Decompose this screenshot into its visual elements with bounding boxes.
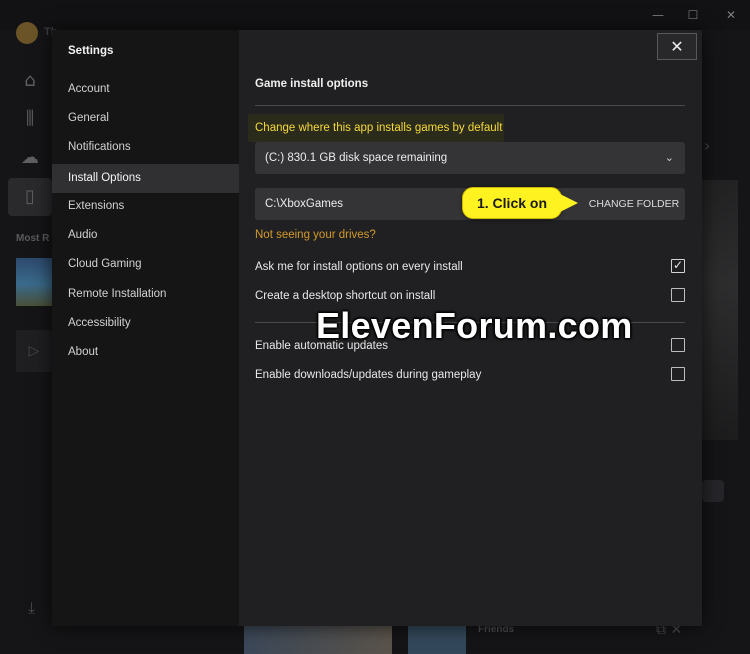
option-label: Ask me for install options on every inst… (255, 261, 463, 273)
nav-item-notifications[interactable]: Notifications (52, 133, 239, 162)
recent-game-thumbnail[interactable] (16, 258, 52, 306)
option-row-downloads-during-gameplay: Enable downloads/updates during gameplay (255, 367, 685, 387)
automatic-updates-checkbox[interactable] (671, 338, 685, 352)
nav-item-account[interactable]: Account (52, 75, 239, 104)
nav-item-audio[interactable]: Audio (52, 221, 239, 250)
drive-select-value: (C:) 830.1 GB disk space remaining (265, 152, 448, 164)
close-icon: ✕ (670, 37, 684, 56)
library-icon[interactable]: ⫼ (16, 105, 44, 133)
play-icon[interactable]: ▷ (16, 330, 52, 372)
nav-item-about[interactable]: About (52, 338, 239, 367)
avatar[interactable] (16, 22, 38, 44)
divider (255, 105, 685, 106)
downloads-during-gameplay-checkbox[interactable] (671, 367, 685, 381)
ask-install-options-checkbox[interactable]: ✓ (671, 258, 685, 273)
background-game-tile (244, 626, 392, 654)
drive-select[interactable]: (C:) 830.1 GB disk space remaining ⌄ (255, 142, 685, 174)
callout-arrow-icon (560, 194, 578, 212)
most-recent-label: Most R (16, 233, 50, 244)
drives-help-link[interactable]: Not seeing your drives? (255, 229, 376, 241)
nav-item-general[interactable]: General (52, 104, 239, 133)
option-label: Enable downloads/updates during gameplay (255, 369, 482, 381)
chevron-right-icon[interactable]: › (704, 136, 710, 155)
nav-item-extensions[interactable]: Extensions (52, 192, 239, 221)
maximize-icon[interactable]: ☐ (683, 6, 703, 24)
settings-sidebar: Settings Account General Notifications I… (52, 30, 239, 626)
desktop-shortcut-checkbox[interactable] (671, 288, 685, 302)
background-game-tile (408, 626, 466, 654)
chevron-down-icon: ⌄ (664, 151, 674, 164)
checkmark-icon: ✓ (673, 258, 684, 272)
close-button[interactable]: ✕ (657, 33, 697, 60)
nav-item-remote-installation[interactable]: Remote Installation (52, 280, 239, 309)
folder-path: C:\XboxGames (265, 198, 343, 210)
title-bar: — ☐ ✕ (0, 0, 750, 30)
option-label: Create a desktop shortcut on install (255, 290, 436, 302)
watermark: ElevenForum.com (316, 305, 633, 346)
nav-item-accessibility[interactable]: Accessibility (52, 309, 239, 338)
nav-item-cloud-gaming[interactable]: Cloud Gaming (52, 250, 239, 279)
download-icon[interactable]: ⤓ (28, 598, 35, 618)
section-heading: Game install options (255, 78, 369, 90)
home-icon[interactable]: ⌂ (16, 67, 44, 95)
close-window-icon[interactable]: ✕ (721, 6, 741, 24)
change-folder-button[interactable]: CHANGE FOLDER (583, 188, 685, 220)
nav-item-install-options[interactable]: Install Options (52, 164, 239, 193)
background-pill (702, 480, 724, 502)
install-location-subheading: Change where this app installs games by … (255, 122, 503, 134)
minimize-icon[interactable]: — (648, 6, 668, 24)
cloud-icon[interactable]: ☁ (16, 144, 44, 172)
settings-title: Settings (68, 45, 114, 57)
store-icon[interactable]: ▯ (16, 183, 44, 211)
annotation-callout: 1. Click on (462, 187, 562, 219)
option-row-ask-install-options: Ask me for install options on every inst… (255, 258, 685, 279)
background-game-art (702, 180, 738, 440)
